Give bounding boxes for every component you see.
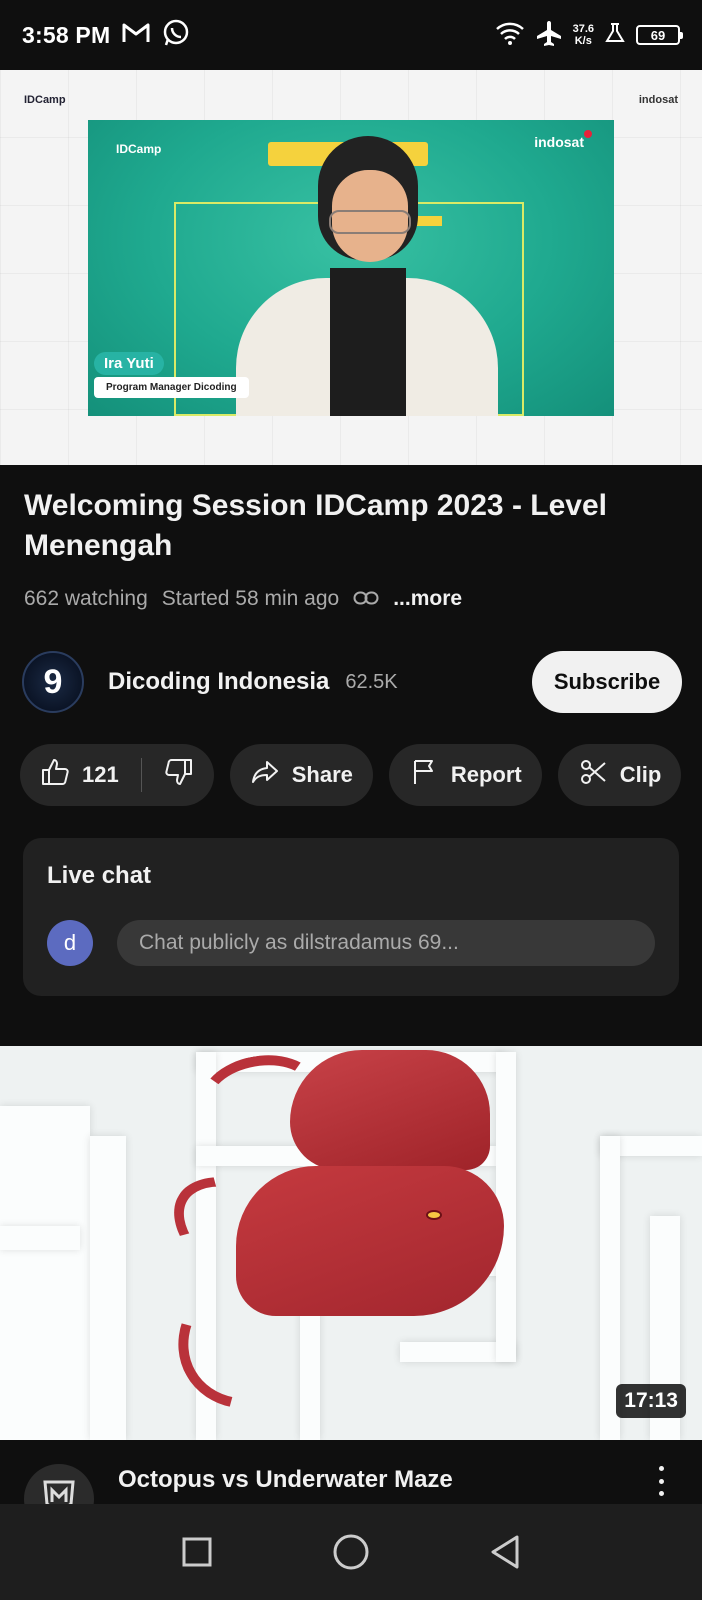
next-video-title[interactable]: Octopus vs Underwater Maze <box>118 1466 453 1494</box>
started-time: Started 58 min ago <box>161 587 340 610</box>
video-duration: 17:13 <box>616 1384 686 1418</box>
video-meta[interactable]: 662 watching Started 58 min ago ...more <box>24 587 462 611</box>
report-label: Report <box>450 762 522 787</box>
next-video-channel-avatar[interactable] <box>24 1464 94 1504</box>
video-title[interactable]: Welcoming Session IDCamp 2023 - Level Me… <box>24 486 684 566</box>
octopus-eye <box>426 1210 442 1220</box>
battery-level: 69 <box>650 27 666 43</box>
video-player[interactable]: IDCamp indosat IDCamp indosat Ira Yuti P… <box>0 70 702 465</box>
dislike-button[interactable] <box>164 757 194 793</box>
speaker-nametag: Ira Yuti Program Manager Dicoding <box>94 352 249 398</box>
wifi-icon <box>495 21 525 50</box>
channel-name[interactable]: Dicoding Indonesia <box>108 668 329 696</box>
back-triangle-icon[interactable] <box>475 1522 535 1582</box>
channel-avatar[interactable]: 9 <box>22 651 84 713</box>
channel-row: 9 Dicoding Indonesia 62.5K Subscribe <box>22 650 682 714</box>
action-bar: 121 Share Report Clip <box>20 744 702 808</box>
live-chat-panel[interactable]: Live chat d Chat publicly as dilstradamu… <box>23 838 679 996</box>
share-icon <box>250 757 280 793</box>
frame-logo-left: IDCamp <box>116 142 162 156</box>
thumbs-up-icon <box>40 757 70 793</box>
overlay-logo-right: indosat <box>638 94 678 106</box>
home-circle-icon[interactable] <box>321 1522 381 1582</box>
status-bar: 3:58 PM 37.6 K/s 69 <box>0 0 702 70</box>
more-options-icon[interactable] <box>656 1466 666 1496</box>
octopus-mantle <box>290 1050 490 1170</box>
next-video-info[interactable]: Octopus vs Underwater Maze <box>0 1440 702 1504</box>
frame-logo-right: indosat <box>534 130 592 150</box>
live-chat-title: Live chat <box>47 862 152 889</box>
speaker-figure <box>236 128 498 416</box>
network-speed: 37.6 K/s <box>572 23 594 47</box>
overlay-logo-left: IDCamp <box>24 94 66 106</box>
like-button[interactable]: 121 <box>40 757 119 793</box>
lab-icon <box>604 22 626 49</box>
clip-button[interactable]: Clip <box>557 744 682 806</box>
share-button[interactable]: Share <box>229 744 373 806</box>
user-avatar: d <box>47 920 93 966</box>
share-label: Share <box>291 762 353 787</box>
watching-count: 662 watching <box>24 587 148 610</box>
report-button[interactable]: Report <box>388 744 542 806</box>
like-divider <box>140 758 142 792</box>
speaker-name: Ira Yuti <box>94 352 164 375</box>
scissors-icon <box>578 757 608 793</box>
thumbs-down-icon <box>164 757 194 793</box>
speaker-role: Program Manager Dicoding <box>94 377 249 398</box>
subscribe-button[interactable]: Subscribe <box>532 651 682 713</box>
battery-icon: 69 <box>636 25 683 45</box>
flag-icon <box>409 757 439 793</box>
chat-input[interactable]: Chat publicly as dilstradamus 69... <box>117 920 655 966</box>
webcam-frame: IDCamp indosat Ira Yuti Program Manager … <box>88 120 614 416</box>
airplane-mode-icon <box>535 19 563 52</box>
recents-square-icon[interactable] <box>167 1522 227 1582</box>
system-nav-bar <box>0 1504 702 1600</box>
whatsapp-icon <box>162 19 190 52</box>
link-icon <box>353 587 379 611</box>
like-count: 121 <box>82 762 119 787</box>
subscriber-count: 62.5K <box>345 670 398 693</box>
next-video-thumbnail[interactable]: 17:13 <box>0 1046 702 1440</box>
clock: 3:58 PM <box>22 21 111 48</box>
clip-label: Clip <box>619 762 662 787</box>
more-button[interactable]: ...more <box>393 587 462 611</box>
like-dislike-pill: 121 <box>20 744 214 806</box>
gmail-icon <box>122 22 150 49</box>
